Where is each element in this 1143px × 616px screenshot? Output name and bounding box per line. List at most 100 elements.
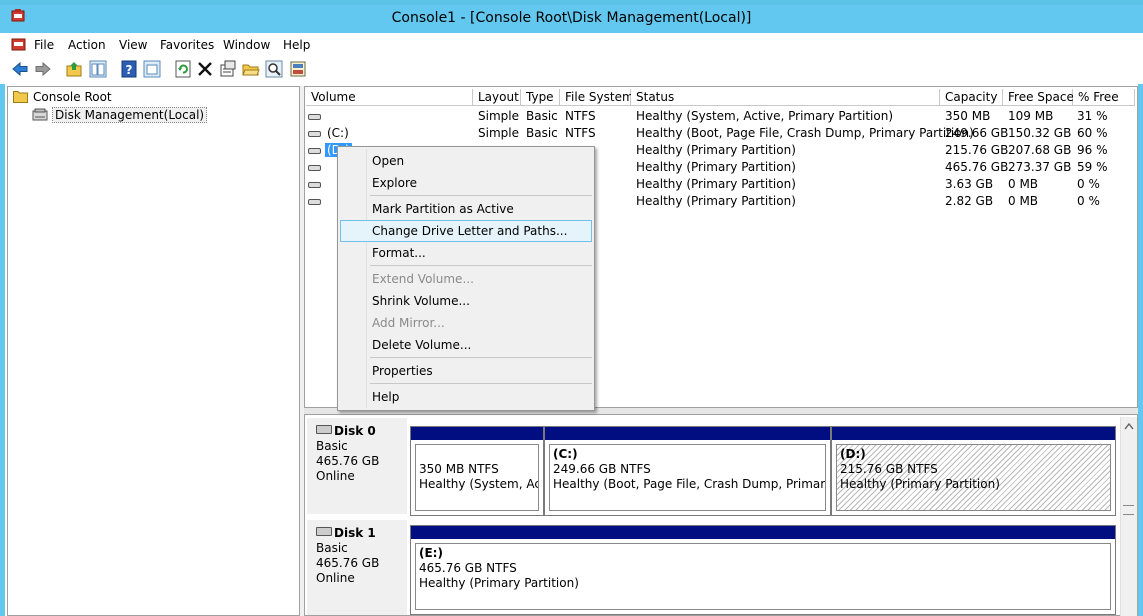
menu-action[interactable]: Action bbox=[68, 38, 106, 52]
toolbar: ? bbox=[0, 56, 1143, 84]
cell-capacity: 249.66 GB bbox=[945, 126, 1009, 140]
disk-graphical-view: Disk 0 Basic 465.76 GB Online 350 MB NTF… bbox=[304, 414, 1138, 616]
open-folder-icon[interactable] bbox=[242, 60, 260, 78]
cell-percent-free: 0 % bbox=[1077, 177, 1100, 191]
column-header-free-space[interactable]: Free Space bbox=[1003, 89, 1074, 106]
partition-status: Healthy (System, Activ bbox=[419, 477, 538, 491]
ctx-delete-volume[interactable]: Delete Volume... bbox=[372, 338, 471, 352]
cell-capacity: 215.76 GB bbox=[945, 143, 1009, 157]
tree-item-console-root[interactable]: Console Root bbox=[13, 90, 112, 104]
disk-0-name: Disk 0 bbox=[334, 424, 376, 438]
partition-status: Healthy (Primary Partition) bbox=[419, 576, 579, 590]
cell-type: Basic bbox=[526, 109, 558, 123]
partition-size: 215.76 GB NTFS bbox=[840, 462, 938, 476]
cell-capacity: 350 MB bbox=[945, 109, 991, 123]
ctx-add-mirror: Add Mirror... bbox=[372, 316, 445, 330]
export-list-icon[interactable] bbox=[289, 60, 307, 78]
cell-type: Basic bbox=[526, 126, 558, 140]
cell-free-space: 273.37 GB bbox=[1008, 160, 1072, 174]
cell-status: Healthy (Primary Partition) bbox=[636, 194, 796, 208]
partition-system-reserved[interactable]: 350 MB NTFS Healthy (System, Activ bbox=[410, 426, 544, 516]
cell-capacity: 465.76 GB bbox=[945, 160, 1009, 174]
cell-status: Healthy (System, Active, Primary Partiti… bbox=[636, 109, 894, 123]
app-icon[interactable] bbox=[11, 9, 25, 23]
column-header-volume[interactable]: Volume bbox=[306, 89, 473, 106]
tree-item-disk-management[interactable]: Disk Management(Local) bbox=[32, 107, 208, 123]
partition-body: (D:) 215.76 GB NTFS Healthy (Primary Par… bbox=[836, 444, 1111, 511]
cell-status: Healthy (Primary Partition) bbox=[636, 143, 796, 157]
system-menu-icon[interactable] bbox=[11, 37, 27, 52]
title-bar-top-strip bbox=[0, 0, 1143, 5]
column-header-capacity[interactable]: Capacity bbox=[940, 89, 1003, 106]
cell-percent-free: 96 % bbox=[1077, 143, 1108, 157]
refresh-icon[interactable] bbox=[174, 60, 192, 78]
ctx-help[interactable]: Help bbox=[372, 390, 399, 404]
context-menu: Open Explore Mark Partition as Active Ch… bbox=[337, 146, 595, 411]
window-frame-left bbox=[0, 84, 5, 616]
partition-c[interactable]: (C:) 249.66 GB NTFS Healthy (Boot, Page … bbox=[544, 426, 831, 516]
folder-icon bbox=[13, 91, 28, 103]
disk-0-size: 465.76 GB bbox=[316, 454, 380, 468]
folder-up-icon[interactable] bbox=[65, 60, 83, 78]
show-action-pane-icon[interactable] bbox=[143, 60, 161, 78]
partition-status: Healthy (Boot, Page File, Crash Dump, Pr… bbox=[553, 477, 826, 491]
ctx-extend-volume: Extend Volume... bbox=[372, 272, 474, 286]
ctx-open[interactable]: Open bbox=[372, 154, 404, 168]
menu-view[interactable]: View bbox=[119, 38, 147, 52]
ctx-shrink-volume[interactable]: Shrink Volume... bbox=[372, 294, 470, 308]
scroll-up-arrow-icon[interactable] bbox=[1124, 422, 1134, 430]
cell-free-space: 207.68 GB bbox=[1008, 143, 1072, 157]
forward-arrow-icon[interactable] bbox=[34, 60, 52, 78]
ctx-properties[interactable]: Properties bbox=[372, 364, 433, 378]
search-icon[interactable] bbox=[265, 60, 283, 78]
partition-d-selected[interactable]: (D:) 215.76 GB NTFS Healthy (Primary Par… bbox=[831, 426, 1116, 516]
column-header-layout[interactable]: Layout bbox=[473, 89, 521, 106]
menu-window[interactable]: Window bbox=[223, 38, 270, 52]
ctx-format[interactable]: Format... bbox=[372, 246, 426, 260]
cell-layout: Simple bbox=[478, 109, 519, 123]
ctx-mark-active[interactable]: Mark Partition as Active bbox=[372, 202, 514, 216]
menu-help[interactable]: Help bbox=[283, 38, 310, 52]
menu-file[interactable]: File bbox=[34, 38, 54, 52]
scroll-thumb-grip[interactable] bbox=[1123, 505, 1134, 515]
cell-free-space: 0 MB bbox=[1008, 177, 1039, 191]
disk-0-kind: Basic bbox=[316, 439, 348, 453]
help-icon[interactable]: ? bbox=[120, 60, 138, 78]
delete-x-icon[interactable] bbox=[196, 60, 214, 78]
partition-body: 350 MB NTFS Healthy (System, Activ bbox=[415, 444, 539, 511]
partition-body: (C:) 249.66 GB NTFS Healthy (Boot, Page … bbox=[549, 444, 826, 511]
disk-0-label[interactable]: Disk 0 Basic 465.76 GB Online bbox=[307, 418, 407, 514]
svg-text:?: ? bbox=[126, 63, 133, 77]
tree-label-console-root: Console Root bbox=[33, 90, 112, 104]
partition-bar bbox=[411, 526, 1115, 539]
ctx-change-drive-letter[interactable]: Change Drive Letter and Paths... bbox=[372, 224, 567, 238]
cell-percent-free: 60 % bbox=[1077, 126, 1108, 140]
column-header-percent-free[interactable]: % Free bbox=[1073, 89, 1135, 106]
partition-bar bbox=[411, 427, 543, 440]
ctx-separator bbox=[370, 195, 592, 196]
column-header-status[interactable]: Status bbox=[631, 89, 940, 106]
column-header-type[interactable]: Type bbox=[521, 89, 560, 106]
cell-status: Healthy (Primary Partition) bbox=[636, 160, 796, 174]
disk-1-label[interactable]: Disk 1 Basic 465.76 GB Online bbox=[307, 520, 407, 615]
cell-capacity: 2.82 GB bbox=[945, 194, 994, 208]
cell-free-space: 150.32 GB bbox=[1008, 126, 1072, 140]
menu-favorites[interactable]: Favorites bbox=[160, 38, 214, 52]
cell-layout: Simple bbox=[478, 126, 519, 140]
show-hide-tree-icon[interactable] bbox=[89, 60, 107, 78]
ctx-separator bbox=[370, 383, 592, 384]
window-frame-right bbox=[1138, 84, 1143, 616]
column-header-file-system[interactable]: File System bbox=[560, 89, 634, 106]
disk-pane-scrollbar[interactable] bbox=[1120, 417, 1137, 616]
disk-0-state: Online bbox=[316, 469, 355, 483]
partition-size: 249.66 GB NTFS bbox=[553, 462, 651, 476]
back-arrow-icon[interactable] bbox=[11, 60, 29, 78]
ctx-explore[interactable]: Explore bbox=[372, 176, 417, 190]
cd-volume-icon bbox=[308, 199, 321, 205]
partition-letter: (E:) bbox=[419, 546, 443, 560]
ctx-separator bbox=[370, 265, 592, 266]
properties-icon[interactable] bbox=[219, 60, 237, 78]
partition-size: 465.76 GB NTFS bbox=[419, 561, 517, 575]
partition-e[interactable]: (E:) 465.76 GB NTFS Healthy (Primary Par… bbox=[410, 525, 1116, 615]
cell-percent-free: 59 % bbox=[1077, 160, 1108, 174]
